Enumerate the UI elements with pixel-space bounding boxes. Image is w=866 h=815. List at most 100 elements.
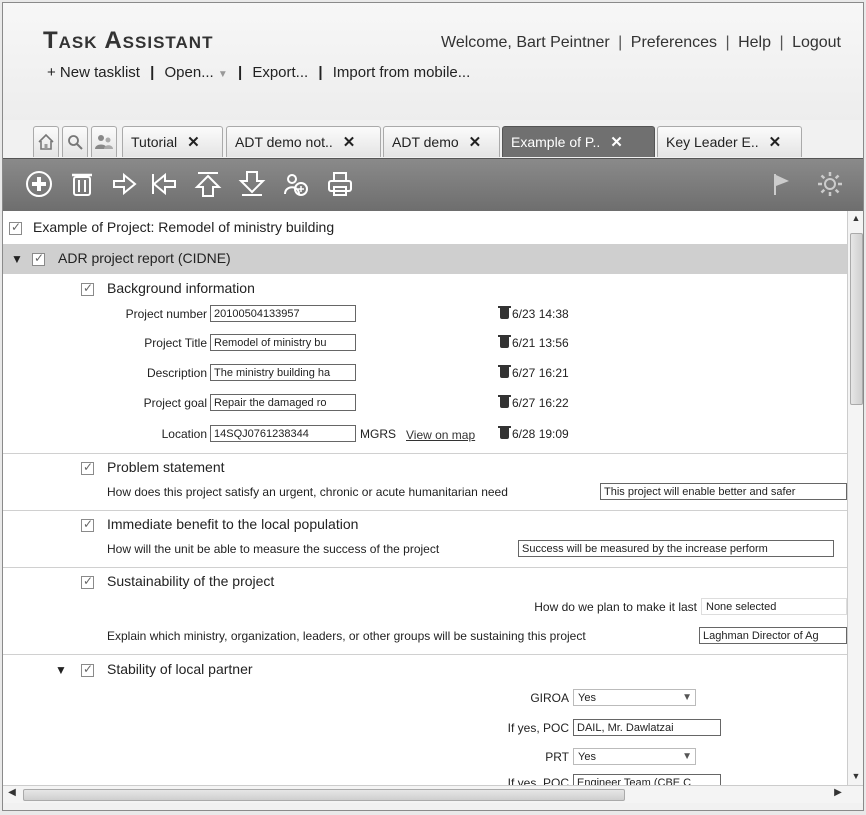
project-number-input[interactable]: 20100504133957 [210,305,356,322]
horizontal-scrollbar[interactable]: ◀ ▶ [3,785,863,803]
view-on-map-link[interactable]: View on map [406,428,475,442]
close-icon[interactable]: ✕ [187,133,200,151]
add-icon [26,171,52,197]
sustainability-title: Sustainability of the project [107,573,275,589]
outdent-button[interactable] [149,169,179,199]
outdent-icon [152,172,176,196]
print-button[interactable] [325,169,355,199]
flag-icon [774,174,789,195]
poc1-label: If yes, POC [507,721,569,735]
indent-button[interactable] [110,169,140,199]
tab-adt-demo-notes[interactable]: ADT demo not.. ✕ [226,126,381,157]
vertical-scroll-thumb[interactable] [850,233,863,405]
close-icon[interactable]: ✕ [610,133,623,151]
prt-label: PRT [545,750,569,764]
sustainability-select[interactable]: None selected [701,598,847,615]
project-title-input[interactable]: Remodel of ministry bu [210,334,356,351]
location-label: Location [161,427,207,441]
benefit-checkbox[interactable] [81,517,94,532]
vertical-scrollbar[interactable]: ▲ ▼ [847,211,863,785]
sustainability-answer-input[interactable]: Laghman Director of Ag [699,627,847,644]
people-tab[interactable] [91,126,117,157]
trash-icon[interactable] [498,306,511,319]
root-title: Example of Project: Remodel of ministry … [33,219,335,235]
app-window: Task Assistant Welcome, Bart Peintner | … [2,2,864,811]
task-content: Example of Project: Remodel of ministry … [3,211,847,785]
logout-link[interactable]: Logout [792,34,841,51]
divider [3,654,847,655]
chevron-down-icon: ▼ [682,751,692,762]
stability-title: Stability of local partner [107,661,253,677]
move-top-button[interactable] [193,169,223,199]
project-number-label: Project number [125,307,207,321]
sustainability-checkbox[interactable] [81,574,94,589]
flag-button[interactable] [766,169,796,199]
preferences-link[interactable]: Preferences [631,34,717,51]
delete-button[interactable] [67,169,97,199]
poc2-label: If yes, POC [507,776,569,785]
assign-button[interactable] [281,169,311,199]
tab-adt-demo[interactable]: ADT demo ✕ [383,126,500,157]
close-icon[interactable]: ✕ [469,133,482,151]
close-icon[interactable]: ✕ [343,133,356,151]
open-link[interactable]: Open... [165,64,214,81]
section-checkbox[interactable] [32,251,45,266]
benefit-answer-input[interactable]: Success will be measured by the increase… [518,540,834,557]
root-checkbox[interactable] [9,220,22,235]
poc1-input[interactable]: DAIL, Mr. Dawlatzai [573,719,721,736]
header: Task Assistant Welcome, Bart Peintner | … [3,3,863,120]
tab-label: Example of P.. [511,134,601,150]
timestamp: 6/21 13:56 [498,335,569,350]
timestamp: 6/28 19:09 [498,426,569,441]
home-tab[interactable] [33,126,59,157]
settings-button[interactable] [815,169,845,199]
tab-tutorial[interactable]: Tutorial ✕ [122,126,223,157]
import-link[interactable]: Import from mobile... [333,64,471,81]
divider [3,453,847,454]
problem-checkbox[interactable] [81,460,94,475]
problem-answer-input[interactable]: This project will enable better and safe… [600,483,847,500]
search-tab[interactable] [62,126,88,157]
collapse-triangle-icon[interactable]: ▼ [55,663,67,677]
trash-icon[interactable] [498,426,511,439]
new-tasklist-link[interactable]: + New tasklist [47,64,140,81]
export-link[interactable]: Export... [252,64,308,81]
tab-label: Key Leader E.. [666,134,759,150]
project-goal-input[interactable]: Repair the damaged ro [210,394,356,411]
poc2-input[interactable]: Engineer Team (CBE C [573,774,721,785]
scroll-down-icon[interactable]: ▼ [849,771,863,783]
trash-icon[interactable] [498,335,511,348]
timestamp: 6/23 14:38 [498,306,569,321]
collapse-triangle-icon[interactable]: ▼ [11,252,23,266]
welcome-text: Welcome, Bart Peintner [441,34,610,51]
close-icon[interactable]: ✕ [769,133,782,151]
move-top-icon [194,172,222,197]
prt-select[interactable]: Yes ▼ [573,748,696,765]
tab-key-leader[interactable]: Key Leader E.. ✕ [657,126,802,157]
giroa-select[interactable]: Yes ▼ [573,689,696,706]
description-label: Description [146,366,207,380]
tab-label: ADT demo [392,134,459,150]
chevron-down-icon[interactable]: ▼ [218,69,228,80]
stability-checkbox[interactable] [81,662,94,677]
people-icon [95,135,113,149]
tab-example-project[interactable]: Example of P.. ✕ [502,126,655,157]
description-input[interactable]: The ministry building ha [210,364,356,381]
chevron-down-icon: ▼ [682,692,692,703]
scroll-right-icon[interactable]: ▶ [831,787,845,801]
tab-label: ADT demo not.. [235,134,333,150]
location-input[interactable]: 14SQJ0761238344 [210,425,356,442]
home-icon [38,133,54,150]
move-bottom-icon [238,171,266,196]
horizontal-scroll-thumb[interactable] [23,789,625,801]
scroll-left-icon[interactable]: ◀ [5,787,19,801]
background-checkbox[interactable] [81,281,94,296]
trash-icon[interactable] [498,395,511,408]
tab-label: Tutorial [131,134,178,150]
add-button[interactable] [24,169,54,199]
timestamp: 6/27 16:21 [498,365,569,380]
move-bottom-button[interactable] [237,169,267,199]
help-link[interactable]: Help [738,34,771,51]
scroll-up-icon[interactable]: ▲ [849,213,863,225]
trash-icon[interactable] [498,365,511,378]
